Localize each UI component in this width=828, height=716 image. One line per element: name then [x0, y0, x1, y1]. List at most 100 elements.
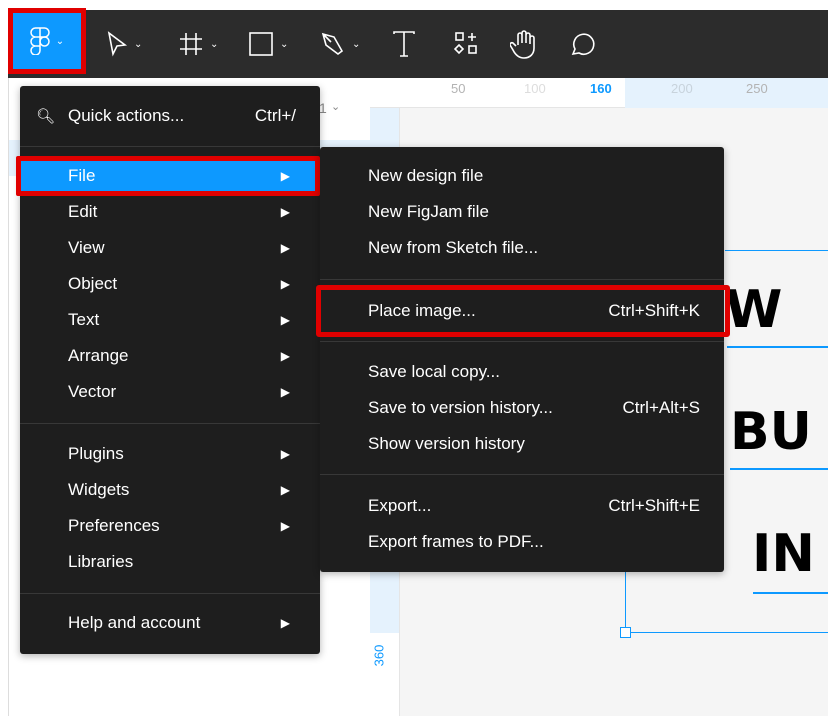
menu-item-new-from-sketch[interactable]: New from Sketch file...	[320, 232, 724, 264]
page-selector[interactable]: 1	[319, 100, 327, 116]
submenu-arrow-icon: ▶	[280, 385, 290, 399]
text-baseline	[753, 592, 828, 594]
hand-icon	[510, 30, 535, 59]
pen-icon	[321, 32, 344, 55]
search-icon: 🔍︎	[36, 108, 56, 125]
ruler-tick: 160	[590, 81, 612, 96]
menu-item-save-local-copy[interactable]: Save local copy...	[320, 356, 724, 388]
menu-item-new-figjam-file[interactable]: New FigJam file	[320, 196, 724, 228]
text-baseline	[727, 346, 828, 348]
comment-tool[interactable]	[568, 24, 596, 64]
menu-item-label: Arrange	[68, 346, 129, 365]
hand-tool[interactable]	[510, 24, 538, 64]
chevron-down-icon: ⌄	[55, 35, 65, 47]
move-tool[interactable]: ⌄	[106, 24, 142, 64]
ruler-tick: 200	[671, 81, 693, 96]
menu-item-export[interactable]: Export... Ctrl+Shift+E	[320, 490, 724, 522]
menu-separator	[20, 593, 320, 594]
menu-item-label: Export frames to PDF...	[368, 532, 544, 551]
menu-item-label: Plugins	[68, 444, 124, 463]
resize-handle[interactable]	[620, 627, 631, 638]
text-tool[interactable]	[392, 24, 416, 64]
ruler-tick: 250	[746, 81, 768, 96]
menu-item-label: Edit	[68, 202, 98, 221]
menu-item-label: Widgets	[68, 480, 130, 499]
chevron-down-icon: ⌄	[280, 38, 289, 50]
menu-item-show-version-history[interactable]: Show version history	[320, 428, 724, 460]
menu-item-new-design-file[interactable]: New design file	[320, 160, 724, 192]
ruler-tick: 100	[524, 81, 546, 96]
ruler-tick: 50	[451, 81, 466, 96]
menu-item-preferences[interactable]: Preferences ▶	[20, 510, 320, 542]
menu-item-edit[interactable]: Edit ▶	[20, 196, 320, 228]
shape-tool[interactable]: ⌄	[248, 24, 288, 64]
text-icon	[393, 31, 415, 57]
chevron-down-icon: ⌄	[210, 38, 219, 50]
menu-item-quick-actions[interactable]: 🔍︎ Quick actions... Ctrl+/	[20, 100, 320, 132]
text-baseline	[730, 468, 828, 470]
menu-item-label: Quick actions...	[68, 106, 185, 125]
submenu-arrow-icon: ▶	[280, 447, 290, 461]
submenu-arrow-icon: ▶	[280, 349, 290, 363]
resources-tool[interactable]	[454, 24, 480, 64]
highlight-box	[316, 285, 730, 337]
submenu-arrow-icon: ▶	[280, 616, 290, 630]
shortcut-label: Ctrl+Shift+E	[608, 496, 700, 515]
main-menu-button[interactable]: ⌄	[8, 8, 86, 74]
canvas-text-line[interactable]: W	[725, 280, 782, 340]
ruler-selection-highlight	[625, 78, 828, 108]
menu-item-label: View	[68, 238, 105, 257]
menu-separator	[20, 423, 320, 424]
toolbar: ⌄ ⌄ ⌄ ⌄	[8, 10, 828, 78]
menu-item-label: Help and account	[68, 613, 201, 632]
figma-logo-icon	[30, 27, 50, 55]
menu-separator	[320, 341, 724, 342]
menu-separator	[320, 279, 724, 280]
menu-item-libraries[interactable]: Libraries	[20, 546, 320, 578]
menu-item-label: New design file	[368, 166, 484, 185]
submenu-arrow-icon: ▶	[280, 277, 290, 291]
shortcut-label: Ctrl+Alt+S	[622, 398, 700, 417]
guide-line	[725, 250, 828, 251]
menu-item-label: Preferences	[68, 516, 160, 535]
frame-outline	[625, 632, 828, 633]
submenu-arrow-icon: ▶	[280, 483, 290, 497]
menu-item-label: Text	[68, 310, 100, 329]
menu-item-widgets[interactable]: Widgets ▶	[20, 474, 320, 506]
chevron-down-icon: ⌄	[352, 38, 361, 50]
menu-item-help[interactable]: Help and account ▶	[20, 607, 320, 639]
pen-tool[interactable]: ⌄	[320, 24, 360, 64]
chevron-down-icon: ⌄	[331, 101, 341, 113]
menu-item-save-to-version-history[interactable]: Save to version history... Ctrl+Alt+S	[320, 392, 724, 424]
menu-item-export-frames-pdf[interactable]: Export frames to PDF...	[320, 526, 724, 558]
frame-icon	[180, 33, 202, 55]
submenu-arrow-icon: ▶	[280, 241, 290, 255]
menu-item-label: Export...	[368, 496, 432, 515]
menu-item-object[interactable]: Object ▶	[20, 268, 320, 300]
menu-item-arrange[interactable]: Arrange ▶	[20, 340, 320, 372]
submenu-arrow-icon: ▶	[280, 519, 290, 533]
menu-separator	[320, 474, 724, 475]
menu-item-view[interactable]: View ▶	[20, 232, 320, 264]
ruler-tick: 360	[371, 644, 387, 667]
menu-item-plugins[interactable]: Plugins ▶	[20, 438, 320, 470]
main-menu: 🔍︎ Quick actions... Ctrl+/ File ▶ Edit ▶ V…	[16, 86, 320, 654]
menu-item-label: New from Sketch file...	[368, 238, 539, 257]
rectangle-icon	[249, 32, 273, 56]
ruler-horizontal: 50 100 160 200 250	[370, 78, 828, 108]
menu-item-label: Libraries	[68, 552, 134, 571]
canvas-text-line[interactable]: IN	[752, 524, 815, 584]
frame-tool[interactable]: ⌄	[178, 24, 218, 64]
menu-item-label: New FigJam file	[368, 202, 489, 221]
shortcut-label: Ctrl+/	[254, 106, 296, 125]
file-submenu: New design file New FigJam file New from…	[316, 147, 730, 572]
cursor-arrow-icon	[107, 31, 128, 57]
comment-icon	[571, 33, 595, 56]
submenu-arrow-icon: ▶	[280, 313, 290, 327]
menu-item-vector[interactable]: Vector ▶	[20, 376, 320, 408]
menu-item-text[interactable]: Text ▶	[20, 304, 320, 336]
menu-item-label: Save to version history...	[368, 398, 553, 417]
canvas-text-line[interactable]: BU	[730, 402, 812, 462]
resources-icon	[454, 32, 477, 55]
menu-item-label: Object	[68, 274, 118, 293]
